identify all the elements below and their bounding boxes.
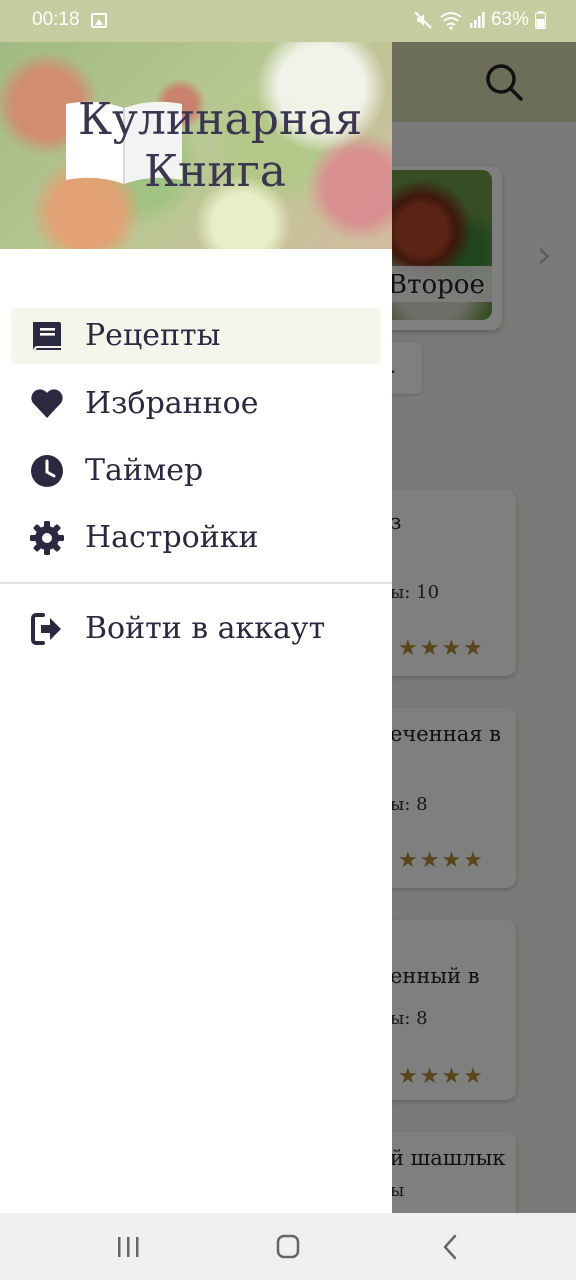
gear-icon bbox=[30, 521, 64, 555]
recent-apps-icon[interactable] bbox=[108, 1231, 148, 1263]
menu-item-timer[interactable]: Таймер bbox=[11, 443, 381, 499]
mute-icon bbox=[414, 11, 432, 29]
system-nav-bar bbox=[0, 1213, 576, 1280]
home-icon[interactable] bbox=[268, 1231, 308, 1263]
menu-label-settings: Настройки bbox=[85, 520, 259, 555]
image-icon bbox=[91, 13, 107, 28]
wifi-icon bbox=[440, 12, 462, 30]
app-logo-title: Кулинарная Книга bbox=[78, 94, 362, 198]
logo-line-2: Книга bbox=[144, 146, 286, 197]
menu-label-login: Войти в аккаут bbox=[85, 611, 326, 646]
back-icon[interactable] bbox=[430, 1231, 470, 1263]
menu-label-timer: Таймер bbox=[85, 453, 204, 488]
menu-item-settings[interactable]: Настройки bbox=[11, 510, 381, 566]
menu-item-favorites[interactable]: Избранное bbox=[11, 376, 381, 432]
clock-icon bbox=[31, 455, 63, 487]
logo-line-1: Кулинарная bbox=[78, 94, 363, 145]
menu-label-recipes: Рецепты bbox=[85, 318, 221, 353]
book-icon bbox=[32, 322, 61, 352]
status-bar: 00:18 63% bbox=[0, 0, 576, 42]
menu-item-recipes[interactable]: Рецепты bbox=[11, 308, 381, 364]
battery-icon bbox=[535, 11, 546, 29]
drawer-header: Кулинарная Книга bbox=[0, 42, 392, 249]
drawer-divider bbox=[0, 582, 392, 584]
status-icons: 63% bbox=[413, 9, 546, 31]
navigation-drawer: Кулинарная Книга Рецепты Избранное Тайме… bbox=[0, 42, 392, 1213]
battery-percent: 63% bbox=[490, 9, 529, 30]
menu-item-login[interactable]: Войти в аккаут bbox=[11, 601, 381, 657]
status-time: 00:18 bbox=[32, 9, 80, 30]
sign-in-icon bbox=[31, 613, 61, 645]
signal-icon bbox=[469, 12, 485, 28]
heart-icon bbox=[31, 389, 63, 418]
menu-label-favorites: Избранное bbox=[85, 386, 259, 421]
